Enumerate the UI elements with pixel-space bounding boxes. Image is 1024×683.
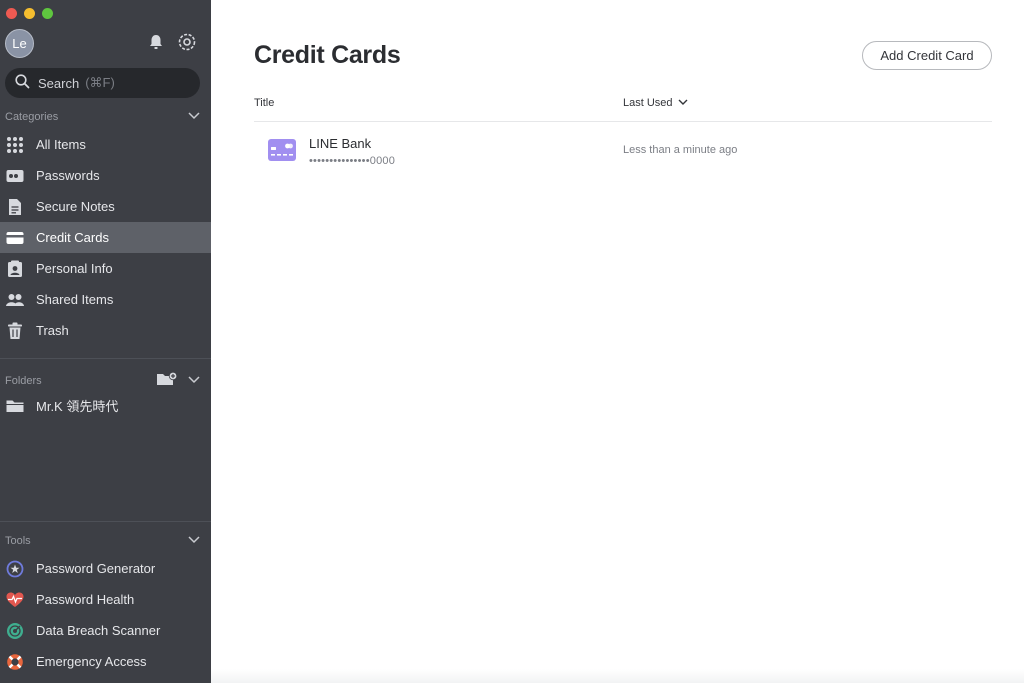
- main-content: Credit Cards Add Credit Card Title Last …: [211, 0, 1024, 683]
- folder-icon: [6, 397, 24, 415]
- lifebuoy-icon: [6, 653, 24, 671]
- sidebar-item-label: Secure Notes: [36, 199, 115, 214]
- table-header-divider: [254, 121, 992, 122]
- add-folder-icon[interactable]: [156, 371, 178, 390]
- sidebar-item-folder[interactable]: Mr.K 領先時代: [0, 390, 211, 421]
- avatar[interactable]: Le: [5, 29, 34, 58]
- search-icon: [15, 74, 38, 92]
- id-card-icon: [6, 260, 24, 278]
- sidebar: Le Search (⌘F) Categories All Items Pass…: [0, 0, 211, 683]
- sidebar-divider: [0, 358, 211, 359]
- window-controls: [6, 8, 53, 19]
- bell-icon[interactable]: [147, 33, 165, 51]
- close-window-button[interactable]: [6, 8, 17, 19]
- card-name: LINE Bank: [309, 136, 372, 151]
- sidebar-item-label: Password Generator: [36, 561, 156, 576]
- grid-icon: [6, 136, 24, 154]
- categories-header[interactable]: Categories: [5, 111, 200, 123]
- sidebar-item-shared-items[interactable]: Shared Items: [0, 284, 211, 315]
- sidebar-divider: [0, 521, 211, 522]
- sidebar-item-password-generator[interactable]: Password Generator: [0, 553, 211, 584]
- sidebar-top-icons: [147, 32, 197, 52]
- sidebar-item-secure-notes[interactable]: Secure Notes: [0, 191, 211, 222]
- sidebar-item-label: All Items: [36, 137, 86, 152]
- sidebar-item-label: Mr.K 領先時代: [36, 399, 119, 414]
- note-icon: [6, 198, 24, 216]
- sidebar-item-data-breach-scanner[interactable]: Data Breach Scanner: [0, 615, 211, 646]
- sidebar-item-trash[interactable]: Trash: [0, 315, 211, 346]
- password-icon: [6, 167, 24, 185]
- window-bottom-edge: [211, 669, 1024, 683]
- add-credit-card-button[interactable]: Add Credit Card: [862, 41, 992, 70]
- sidebar-item-label: Data Breach Scanner: [36, 623, 161, 638]
- gear-icon[interactable]: [177, 32, 197, 52]
- generator-icon: [6, 560, 24, 578]
- folders-heading: Folders: [5, 374, 42, 387]
- categories-heading: Categories: [5, 111, 59, 123]
- credit-card-icon: [268, 139, 296, 166]
- sidebar-item-emergency-access[interactable]: Emergency Access: [0, 646, 211, 677]
- search-input[interactable]: Search (⌘F): [5, 68, 200, 98]
- trash-icon: [6, 322, 24, 340]
- minimize-window-button[interactable]: [24, 8, 35, 19]
- sidebar-item-label: Personal Info: [36, 261, 113, 276]
- chevron-down-icon[interactable]: [188, 375, 200, 387]
- sidebar-item-label: Credit Cards: [36, 230, 109, 245]
- sidebar-item-credit-cards[interactable]: Credit Cards: [0, 222, 211, 253]
- page-title: Credit Cards: [254, 41, 401, 69]
- sidebar-item-passwords[interactable]: Passwords: [0, 160, 211, 191]
- card-number: •••••••••••••••0000: [309, 155, 396, 167]
- chevron-down-icon[interactable]: [188, 111, 200, 123]
- folders-header[interactable]: Folders: [5, 371, 200, 390]
- sidebar-item-label: Trash: [36, 323, 69, 338]
- search-shortcut: (⌘F): [85, 75, 115, 90]
- column-header-last-used[interactable]: Last Used: [623, 97, 688, 109]
- sidebar-item-label: Passwords: [36, 168, 100, 183]
- table-row[interactable]: LINE Bank •••••••••••••••0000 Less than …: [254, 128, 992, 174]
- column-header-title[interactable]: Title: [254, 97, 274, 109]
- sidebar-item-label: Password Health: [36, 592, 135, 607]
- people-icon: [6, 291, 24, 309]
- search-label: Search: [38, 75, 80, 91]
- sidebar-item-all-items[interactable]: All Items: [0, 129, 211, 160]
- sidebar-item-label: Emergency Access: [36, 654, 147, 669]
- heart-pulse-icon: [6, 591, 24, 609]
- sidebar-item-label: Shared Items: [36, 292, 114, 307]
- zoom-window-button[interactable]: [42, 8, 53, 19]
- radar-icon: [6, 622, 24, 640]
- last-used-value: Less than a minute ago: [623, 144, 738, 156]
- tools-header[interactable]: Tools: [5, 535, 200, 547]
- sidebar-item-password-health[interactable]: Password Health: [0, 584, 211, 615]
- column-header-label: Last Used: [623, 97, 673, 109]
- credit-card-icon: [6, 229, 24, 247]
- chevron-down-icon[interactable]: [188, 535, 200, 547]
- sidebar-item-personal-info[interactable]: Personal Info: [0, 253, 211, 284]
- tools-heading: Tools: [5, 535, 31, 547]
- chevron-down-icon: [678, 97, 688, 109]
